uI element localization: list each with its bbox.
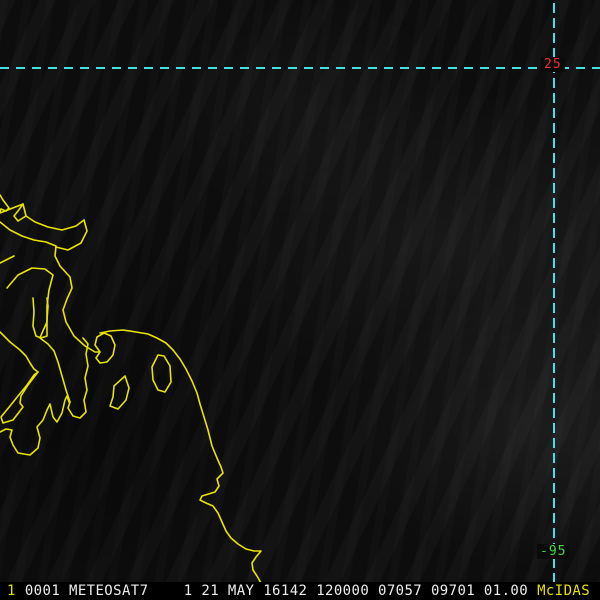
satellite-image-viewport[interactable]: 25 -95 1 0001 METEOSAT7 1 21 MAY 16142 1…: [0, 0, 600, 600]
latitude-label: 25: [541, 57, 565, 72]
latlon-grid: [0, 3, 600, 583]
longitude-label: -95: [537, 544, 570, 559]
frame-number: 1: [7, 583, 16, 599]
coastline-segment: [0, 203, 85, 231]
coastline-sliver: [0, 371, 39, 424]
coastline-segment: [55, 219, 88, 251]
coastline-overlay: [0, 194, 262, 584]
coastline-island: [94, 332, 116, 364]
coastline-segment: [0, 331, 39, 373]
coastline-island: [109, 375, 130, 410]
coastline-main-coast: [99, 329, 262, 584]
map-overlay: [0, 3, 600, 584]
status-bar: 1 0001 METEOSAT7 1 21 MAY 16142 120000 0…: [0, 582, 600, 600]
mcidas-brand: McIDAS: [537, 583, 591, 599]
coastline-segment: [32, 297, 49, 339]
image-info-text: 0001 METEOSAT7 1 21 MAY 16142 120000 070…: [24, 583, 529, 599]
coastline-segment: [0, 255, 15, 264]
coastline-island: [151, 354, 172, 393]
